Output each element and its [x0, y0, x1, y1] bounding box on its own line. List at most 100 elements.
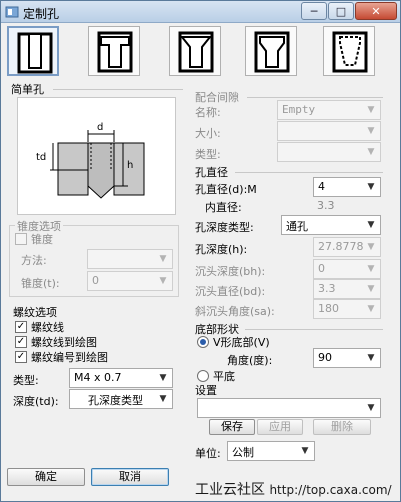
chevron-down-icon: ▼ — [159, 394, 167, 404]
angle-label: 角度(度): — [227, 354, 273, 367]
taper-checkbox-label: 锥度 — [31, 233, 53, 246]
fit-clearance-label: 配合间隙 — [195, 91, 239, 104]
counterdrill-icon — [254, 31, 290, 73]
sink-diameter-select[interactable]: 3.3 ▼ — [313, 279, 381, 299]
chevron-down-icon: ▼ — [301, 446, 309, 456]
chamfer-angle-select[interactable]: 180 ▼ — [313, 299, 381, 319]
thread-to-drawing-checkbox[interactable]: ✓ — [15, 336, 27, 348]
depth-type-select[interactable]: 通孔 ▼ — [281, 215, 381, 235]
chevron-down-icon: ▼ — [367, 353, 375, 363]
taper-method-label: 方法: — [21, 254, 47, 267]
fit-type-label: 类型: — [195, 148, 221, 161]
hole-diameter-label: 孔直径 — [195, 166, 228, 179]
chamfer-angle-label: 斜沉头角度(sa): — [195, 305, 275, 318]
fit-clearance-divider — [247, 97, 383, 98]
fit-name-select[interactable]: Empty ▼ — [277, 100, 381, 120]
fit-name-label: 名称: — [195, 106, 221, 119]
thread-type-select[interactable]: M4 x 0.7 ▼ — [69, 368, 173, 388]
apply-button[interactable]: 应用 — [257, 419, 303, 435]
title-bar[interactable]: 定制孔 ─ □ ✕ — [1, 1, 400, 23]
maximize-icon: □ — [335, 4, 347, 18]
close-icon: ✕ — [371, 4, 381, 18]
close-button[interactable]: ✕ — [355, 2, 397, 20]
chevron-down-icon: ▼ — [367, 242, 375, 252]
chevron-down-icon: ▼ — [367, 126, 375, 136]
thread-options-label: 螺纹选项 — [13, 306, 57, 319]
hole-section-diagram: d td h — [36, 122, 145, 199]
taper-t-label: 锥度(t): — [21, 277, 60, 290]
fit-type-select[interactable]: ▼ — [277, 142, 381, 162]
chevron-down-icon: ▼ — [159, 254, 167, 264]
hole-depth-select[interactable]: 27.8778 ▼ — [313, 237, 381, 257]
thread-type-label: 类型: — [13, 374, 39, 387]
thread-line-checkbox[interactable]: ✓ — [15, 321, 27, 333]
hole-preview: d td h — [17, 97, 176, 215]
hole-depth-label: 孔深度(h): — [195, 243, 248, 256]
thread-depth-select[interactable]: 孔深度类型 ▼ — [69, 389, 173, 409]
flat-bottom-radio[interactable] — [197, 370, 209, 382]
hole-type-simple-button[interactable] — [7, 26, 59, 76]
watermark-url: http://top.caxa.com/ — [269, 483, 392, 497]
chevron-down-icon: ▼ — [367, 264, 375, 274]
hole-diameter-divider — [235, 172, 383, 173]
diagram-label-d: d — [97, 122, 103, 133]
delete-button[interactable]: 删除 — [313, 419, 371, 435]
diagram-label-h: h — [127, 160, 133, 171]
inner-diameter-value: 3.3 — [317, 199, 335, 212]
drill-hole-icon — [17, 32, 53, 74]
countersink-icon — [178, 31, 214, 73]
custom-hole-dialog: 定制孔 ─ □ ✕ 简单孔 d td h 锥度选项 锥度 方法: ▼ 锥度(t)… — [0, 0, 401, 502]
v-bottom-label: V形底部(V) — [213, 336, 270, 349]
inner-diameter-label: 内直径: — [205, 201, 242, 214]
app-icon — [5, 6, 19, 18]
window-title: 定制孔 — [23, 7, 60, 21]
chevron-down-icon: ▼ — [367, 403, 375, 413]
cancel-button[interactable]: 取消 — [91, 468, 169, 486]
check-icon: ✓ — [16, 321, 26, 332]
thread-to-drawing-label: 螺纹线到绘图 — [31, 336, 97, 349]
chevron-down-icon: ▼ — [367, 220, 375, 230]
chevron-down-icon: ▼ — [367, 147, 375, 157]
unit-label: 单位: — [195, 447, 221, 460]
check-icon: ✓ — [16, 351, 26, 362]
thread-line-label: 螺纹线 — [31, 321, 64, 334]
settings-label: 设置 — [195, 384, 217, 397]
simple-hole-divider — [53, 89, 183, 90]
watermark: 工业云社区 http://top.caxa.com/ — [195, 479, 392, 499]
thread-number-to-drawing-checkbox[interactable]: ✓ — [15, 351, 27, 363]
unit-select[interactable]: 公制 ▼ — [227, 441, 315, 461]
sink-depth-select[interactable]: 0 ▼ — [313, 259, 381, 279]
minimize-icon: ─ — [310, 4, 318, 18]
diagram-label-td: td — [36, 152, 46, 163]
counterbore-icon — [97, 31, 133, 73]
angle-select[interactable]: 90 ▼ — [313, 348, 381, 368]
taper-method-select[interactable]: ▼ — [87, 249, 173, 269]
watermark-text: 工业云社区 — [195, 482, 265, 498]
chevron-down-icon: ▼ — [367, 284, 375, 294]
hole-type-countersink-button[interactable] — [169, 26, 221, 76]
v-bottom-radio[interactable] — [197, 336, 209, 348]
sink-diameter-label: 沉头直径(bd): — [195, 285, 266, 298]
hole-type-tapered-button[interactable] — [323, 26, 375, 76]
fit-size-label: 大小: — [195, 127, 221, 140]
taper-checkbox[interactable] — [15, 233, 27, 245]
minimize-button[interactable]: ─ — [301, 2, 327, 20]
maximize-button[interactable]: □ — [328, 2, 354, 20]
settings-select[interactable]: ▼ — [197, 398, 381, 418]
fit-size-select[interactable]: ▼ — [277, 121, 381, 141]
depth-type-label: 孔深度类型: — [195, 221, 254, 234]
simple-hole-label: 简单孔 — [11, 83, 44, 96]
thread-depth-label: 深度(td): — [13, 395, 59, 408]
thread-number-to-drawing-label: 螺纹编号到绘图 — [31, 351, 108, 364]
chevron-down-icon: ▼ — [367, 304, 375, 314]
hole-type-counterdrill-button[interactable] — [245, 26, 297, 76]
diameter-label: 孔直径(d):M — [195, 183, 257, 196]
save-button[interactable]: 保存 — [209, 419, 255, 435]
check-icon: ✓ — [16, 336, 26, 347]
hole-type-counterbore-button[interactable] — [88, 26, 140, 76]
diameter-select[interactable]: 4 ▼ — [313, 177, 381, 197]
ok-button[interactable]: 确定 — [7, 468, 85, 486]
taper-t-select[interactable]: 0 ▼ — [87, 271, 173, 291]
sink-depth-label: 沉头深度(bh): — [195, 265, 266, 278]
chevron-down-icon: ▼ — [367, 105, 375, 115]
